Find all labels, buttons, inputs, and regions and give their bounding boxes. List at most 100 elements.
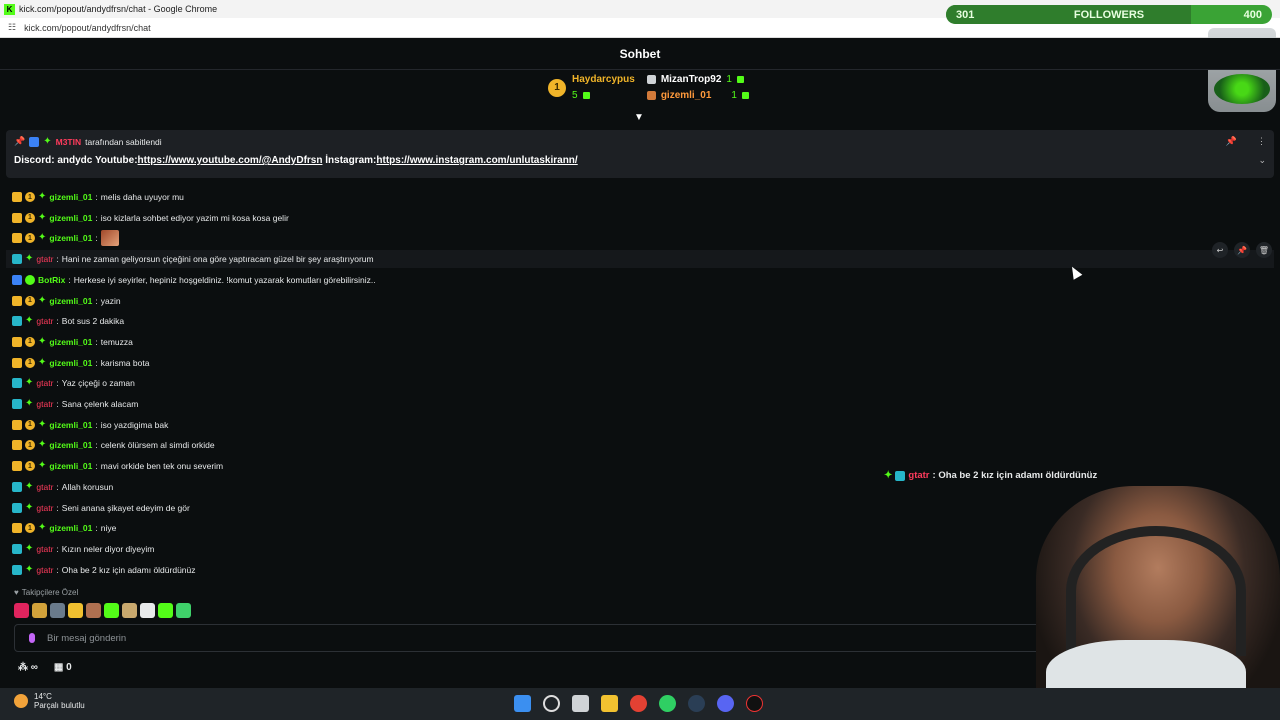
microphone-icon[interactable] <box>29 633 35 643</box>
pinned-by-user[interactable]: M3TIN <box>56 137 82 147</box>
message-username[interactable]: gtatr <box>36 399 53 409</box>
more-options-icon[interactable]: ⋮ <box>1257 136 1266 147</box>
chat-message[interactable]: 1 ✦ gizemli_01: celenk ölürsem al simdi ork… <box>12 436 215 454</box>
chat-message[interactable]: ✦ gtatr: Sana çelenk alacam <box>12 395 138 413</box>
emote-2[interactable] <box>50 603 65 618</box>
chat-message[interactable]: 1 ✦ gizemli_01: niye <box>12 519 116 537</box>
gift-icon <box>741 92 749 99</box>
followers-goal-bar: 301 FOLLOWERS 400 <box>946 5 1272 24</box>
task-view-icon[interactable] <box>572 695 589 712</box>
emote-4[interactable] <box>86 603 101 618</box>
whatsapp-icon[interactable] <box>659 695 676 712</box>
chat-message[interactable]: ✦ gtatr: Oha be 2 kız için adamı öldürdünü… <box>12 561 196 579</box>
chat-message[interactable]: ✦ gtatr: Seni anana şikayet edeyim de gör <box>12 499 190 517</box>
unpin-icon[interactable]: 📌 <box>1226 136 1237 147</box>
star-badge-icon: ✦ <box>38 522 47 534</box>
chrome-icon[interactable] <box>630 695 647 712</box>
start-icon[interactable] <box>514 695 531 712</box>
star-badge-icon: ✦ <box>25 501 34 513</box>
sub-badge-icon: 1 <box>25 295 35 306</box>
message-colon: : <box>56 378 59 389</box>
emote-9[interactable] <box>176 603 191 618</box>
verified-badge-icon <box>25 274 35 285</box>
leaderboard-first[interactable]: 1 Haydarcypus 5 <box>548 74 635 101</box>
message-username[interactable]: gtatr <box>36 316 53 326</box>
star-badge-icon: ✦ <box>25 563 34 575</box>
chat-message[interactable]: 1 ✦ gizemli_01: karisma bota <box>12 354 149 372</box>
star-badge-icon: ✦ <box>38 335 47 347</box>
star-badge-icon: ✦ <box>25 480 34 492</box>
message-username[interactable]: gizemli_01 <box>49 358 92 368</box>
sub-badge-icon: 1 <box>25 233 35 244</box>
youtube-link[interactable]: https://www.youtube.com/@AndyDfrsn <box>138 155 323 166</box>
obs-icon[interactable] <box>746 695 763 712</box>
pinned-text-mid: İnstagram: <box>322 155 377 166</box>
emote-7[interactable] <box>140 603 155 618</box>
message-text: yazin <box>100 295 121 306</box>
message-username[interactable]: gizemli_01 <box>49 440 92 450</box>
message-colon: : <box>56 543 59 554</box>
message-username[interactable]: gizemli_01 <box>49 461 92 471</box>
message-username[interactable]: gtatr <box>36 565 53 575</box>
message-username[interactable]: gizemli_01 <box>49 337 92 347</box>
tips-icon[interactable]: ⁂ ∞ <box>18 662 38 673</box>
chat-message[interactable]: ✦ gtatr: Allah korusun <box>12 478 113 496</box>
chat-message[interactable]: 1 ✦ gizemli_01: temuzza <box>12 333 133 351</box>
delete-icon[interactable]: 🗑 <box>1256 242 1272 258</box>
chat-message[interactable]: 1 ✦ gizemli_01: yazin <box>12 292 121 310</box>
expand-chevron-icon[interactable]: ⌄ <box>1258 155 1266 166</box>
file-explorer-icon[interactable] <box>601 695 618 712</box>
emote-1[interactable] <box>32 603 47 618</box>
message-username[interactable]: gizemli_01 <box>49 296 92 306</box>
chat-message[interactable]: 1 ✦ gizemli_01: mavi orkide ben tek onu sev… <box>12 457 223 475</box>
message-username[interactable]: gtatr <box>36 378 53 388</box>
message-username[interactable]: gizemli_01 <box>49 523 92 533</box>
collapse-leaderboard-icon[interactable]: ▼ <box>634 112 644 123</box>
leaderboard-third[interactable]: gizemli_01 1 <box>646 90 749 101</box>
star-badge-icon: ✦ <box>38 211 47 223</box>
followers-only-label: Takipçilere Özel <box>21 588 79 597</box>
reply-icon[interactable]: ↩ <box>1212 242 1228 258</box>
message-colon: : <box>95 523 98 534</box>
search-icon[interactable] <box>543 695 560 712</box>
emote-3[interactable] <box>68 603 83 618</box>
pinned-message: 📌 ✦ M3TIN tarafından sabitlendi Discord:… <box>6 130 1274 178</box>
chat-message[interactable]: BotRix: Herkese iyi seyirler, hepiniz hoş… <box>12 271 376 289</box>
leaderboard-second[interactable]: MizanTrop92 1 <box>646 74 749 85</box>
message-username[interactable]: gizemli_01 <box>49 213 92 223</box>
chat-message[interactable]: ✦ gtatr: Kızın neler diyor diyeyim <box>12 540 154 558</box>
steam-icon[interactable] <box>688 695 705 712</box>
emote-6[interactable] <box>122 603 137 618</box>
star-badge-icon: ✦ <box>25 377 34 389</box>
emote-ic[interactable] <box>14 603 29 618</box>
chat-message[interactable]: ✦ gtatr: Yaz çiçeği o zaman <box>12 374 135 392</box>
pin-message-icon[interactable]: 📌 <box>1234 242 1250 258</box>
chat-message[interactable]: ✦ gtatr: Bot sus 2 dakika <box>12 312 124 330</box>
emote-8[interactable] <box>158 603 173 618</box>
url-text[interactable]: kick.com/popout/andydfrsn/chat <box>24 23 151 33</box>
instagram-link[interactable]: https://www.instagram.com/unlutaskirann/ <box>376 155 577 166</box>
star-badge-icon: ✦ <box>38 439 47 451</box>
emote-5[interactable] <box>104 603 119 618</box>
site-settings-icon[interactable]: ☷ <box>8 22 16 33</box>
message-username[interactable]: BotRix <box>38 275 65 285</box>
message-username[interactable]: gtatr <box>36 254 53 264</box>
message-text: Yaz çiçeği o zaman <box>61 378 135 389</box>
chat-message[interactable]: 1 ✦ gizemli_01: iso yazdigima bak <box>12 416 168 434</box>
message-username[interactable]: gizemli_01 <box>49 233 92 243</box>
message-username[interactable]: gtatr <box>36 482 53 492</box>
message-text: karisma bota <box>100 357 150 368</box>
gift-store-icon[interactable]: ▦ 0 <box>54 662 72 673</box>
message-username[interactable]: gizemli_01 <box>49 420 92 430</box>
crown-badge-icon <box>12 523 22 534</box>
chat-message[interactable]: 1 ✦ gizemli_01: iso kizlarla sohbet ediyor … <box>12 209 289 227</box>
chat-message[interactable]: 1 ✦ gizemli_01: <box>12 229 119 247</box>
message-username[interactable]: gtatr <box>36 503 53 513</box>
message-username[interactable]: gtatr <box>36 544 53 554</box>
weather-widget[interactable]: 14°C Parçalı bulutlu <box>14 692 85 710</box>
chat-message[interactable]: 1 ✦ gizemli_01: melis daha uyuyor mu <box>12 188 184 206</box>
message-username[interactable]: gizemli_01 <box>49 192 92 202</box>
crown-badge-icon <box>12 295 22 306</box>
chat-message[interactable]: ✦ gtatr: Hani ne zaman geliyorsun çiçeğini… <box>6 250 1274 269</box>
discord-icon[interactable] <box>717 695 734 712</box>
